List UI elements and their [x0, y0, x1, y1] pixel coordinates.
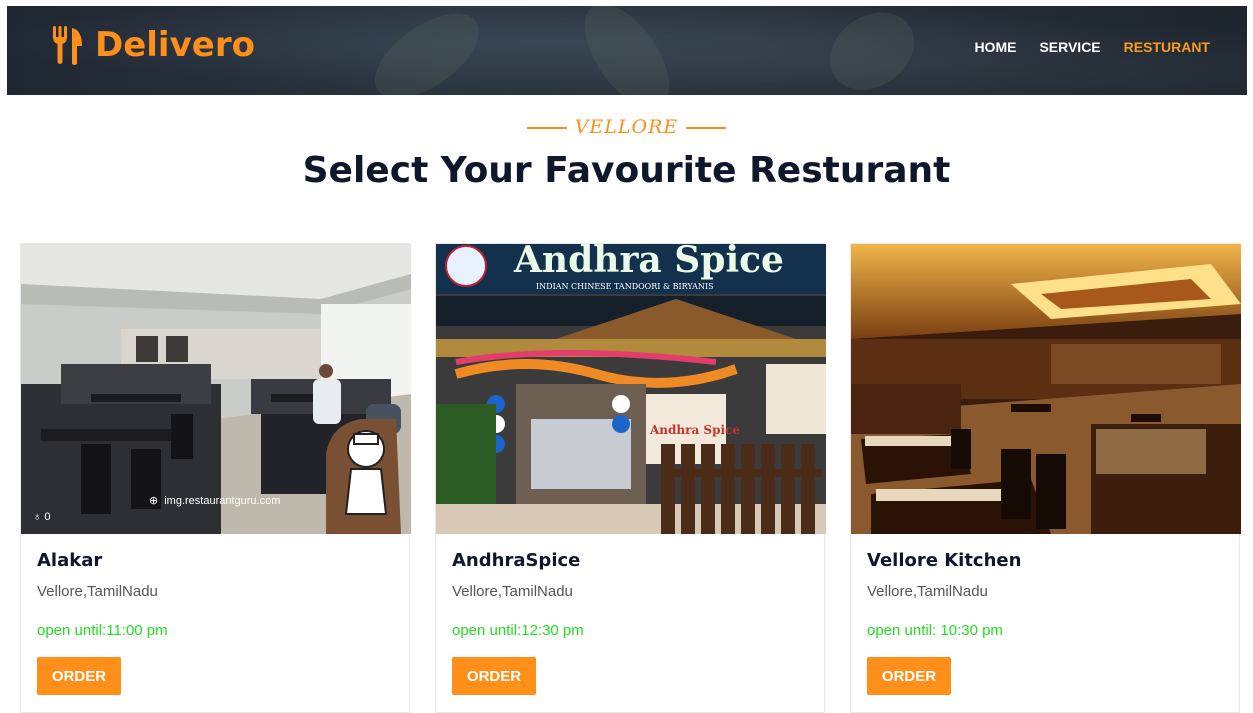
sign-subtitle: INDIAN CHINESE TANDOORI & BIRYANIS	[536, 282, 714, 291]
restaurant-name: AndhraSpice	[452, 550, 581, 571]
restaurant-location: Vellore,TamilNadu	[867, 583, 988, 600]
section-tag-text: VELLORE	[574, 116, 679, 138]
background-leaf	[360, 6, 494, 95]
restaurant-hours: open until: 10:30 pm	[867, 622, 1003, 639]
restaurant-hours: open until:12:30 pm	[452, 622, 584, 639]
restaurant-location: Vellore,TamilNadu	[452, 583, 573, 600]
restaurant-hours: open until:11:00 pm	[37, 622, 168, 639]
like-counter: ♁ 0	[33, 511, 50, 523]
nav-home-link[interactable]: HOME	[974, 39, 1016, 55]
image-source-watermark: ⊕ img.restaurantguru.com	[149, 494, 281, 508]
restaurant-name: Vellore Kitchen	[867, 550, 1022, 571]
globe-icon: ⊕	[149, 495, 159, 507]
brand-name: Delivero	[95, 25, 255, 65]
page-title: Select Your Favourite Resturant	[302, 150, 951, 191]
order-button[interactable]: ORDER	[37, 657, 121, 695]
flame-icon: ♁	[33, 511, 42, 523]
wall-text: Andhra Spice	[649, 423, 740, 437]
restaurant-card-andhraspice: Andhra Spice INDIAN CHINESE TANDOORI & B…	[435, 243, 826, 713]
order-button[interactable]: ORDER	[452, 657, 536, 695]
nav-menu: HOME SERVICE RESTURANT	[951, 39, 1210, 55]
restaurant-location: Vellore,TamilNadu	[37, 583, 158, 600]
background-leaf	[815, 6, 929, 95]
restaurant-photo-andhraspice[interactable]: Andhra Spice INDIAN CHINESE TANDOORI & B…	[436, 244, 826, 534]
watermark-text: img.restaurantguru.com	[164, 494, 281, 507]
like-count-value: 0	[44, 511, 51, 523]
sign-title: Andhra Spice	[513, 244, 784, 281]
restaurant-name: Alakar	[37, 550, 103, 571]
restaurant-card-alakar: ⊕ img.restaurantguru.com ♁ 0 Alakar Vell…	[20, 243, 411, 713]
restaurant-card-vellore-kitchen: Vellore Kitchen Vellore,TamilNadu open u…	[850, 243, 1241, 713]
order-button[interactable]: ORDER	[867, 657, 951, 695]
restaurant-interior-image	[21, 244, 411, 534]
restaurant-dining-hall-image	[851, 244, 1241, 534]
nav-service-link[interactable]: SERVICE	[1039, 39, 1100, 55]
utensils-icon	[53, 26, 82, 65]
restaurant-entrance-image: Andhra Spice INDIAN CHINESE TANDOORI & B…	[436, 244, 826, 534]
tag-right-rule	[686, 127, 727, 129]
section-tag: VELLORE	[0, 116, 1253, 138]
nav-restaurant-link[interactable]: RESTURANT	[1124, 39, 1210, 55]
background-leaf	[568, 6, 686, 95]
brand-logo[interactable]: Delivero	[51, 24, 255, 66]
navbar: Delivero HOME SERVICE RESTURANT	[7, 6, 1247, 95]
tag-left-rule	[526, 127, 567, 129]
restaurant-photo-vellore-kitchen[interactable]	[851, 244, 1241, 534]
restaurant-photo-alakar[interactable]: ⊕ img.restaurantguru.com ♁ 0	[21, 244, 411, 534]
